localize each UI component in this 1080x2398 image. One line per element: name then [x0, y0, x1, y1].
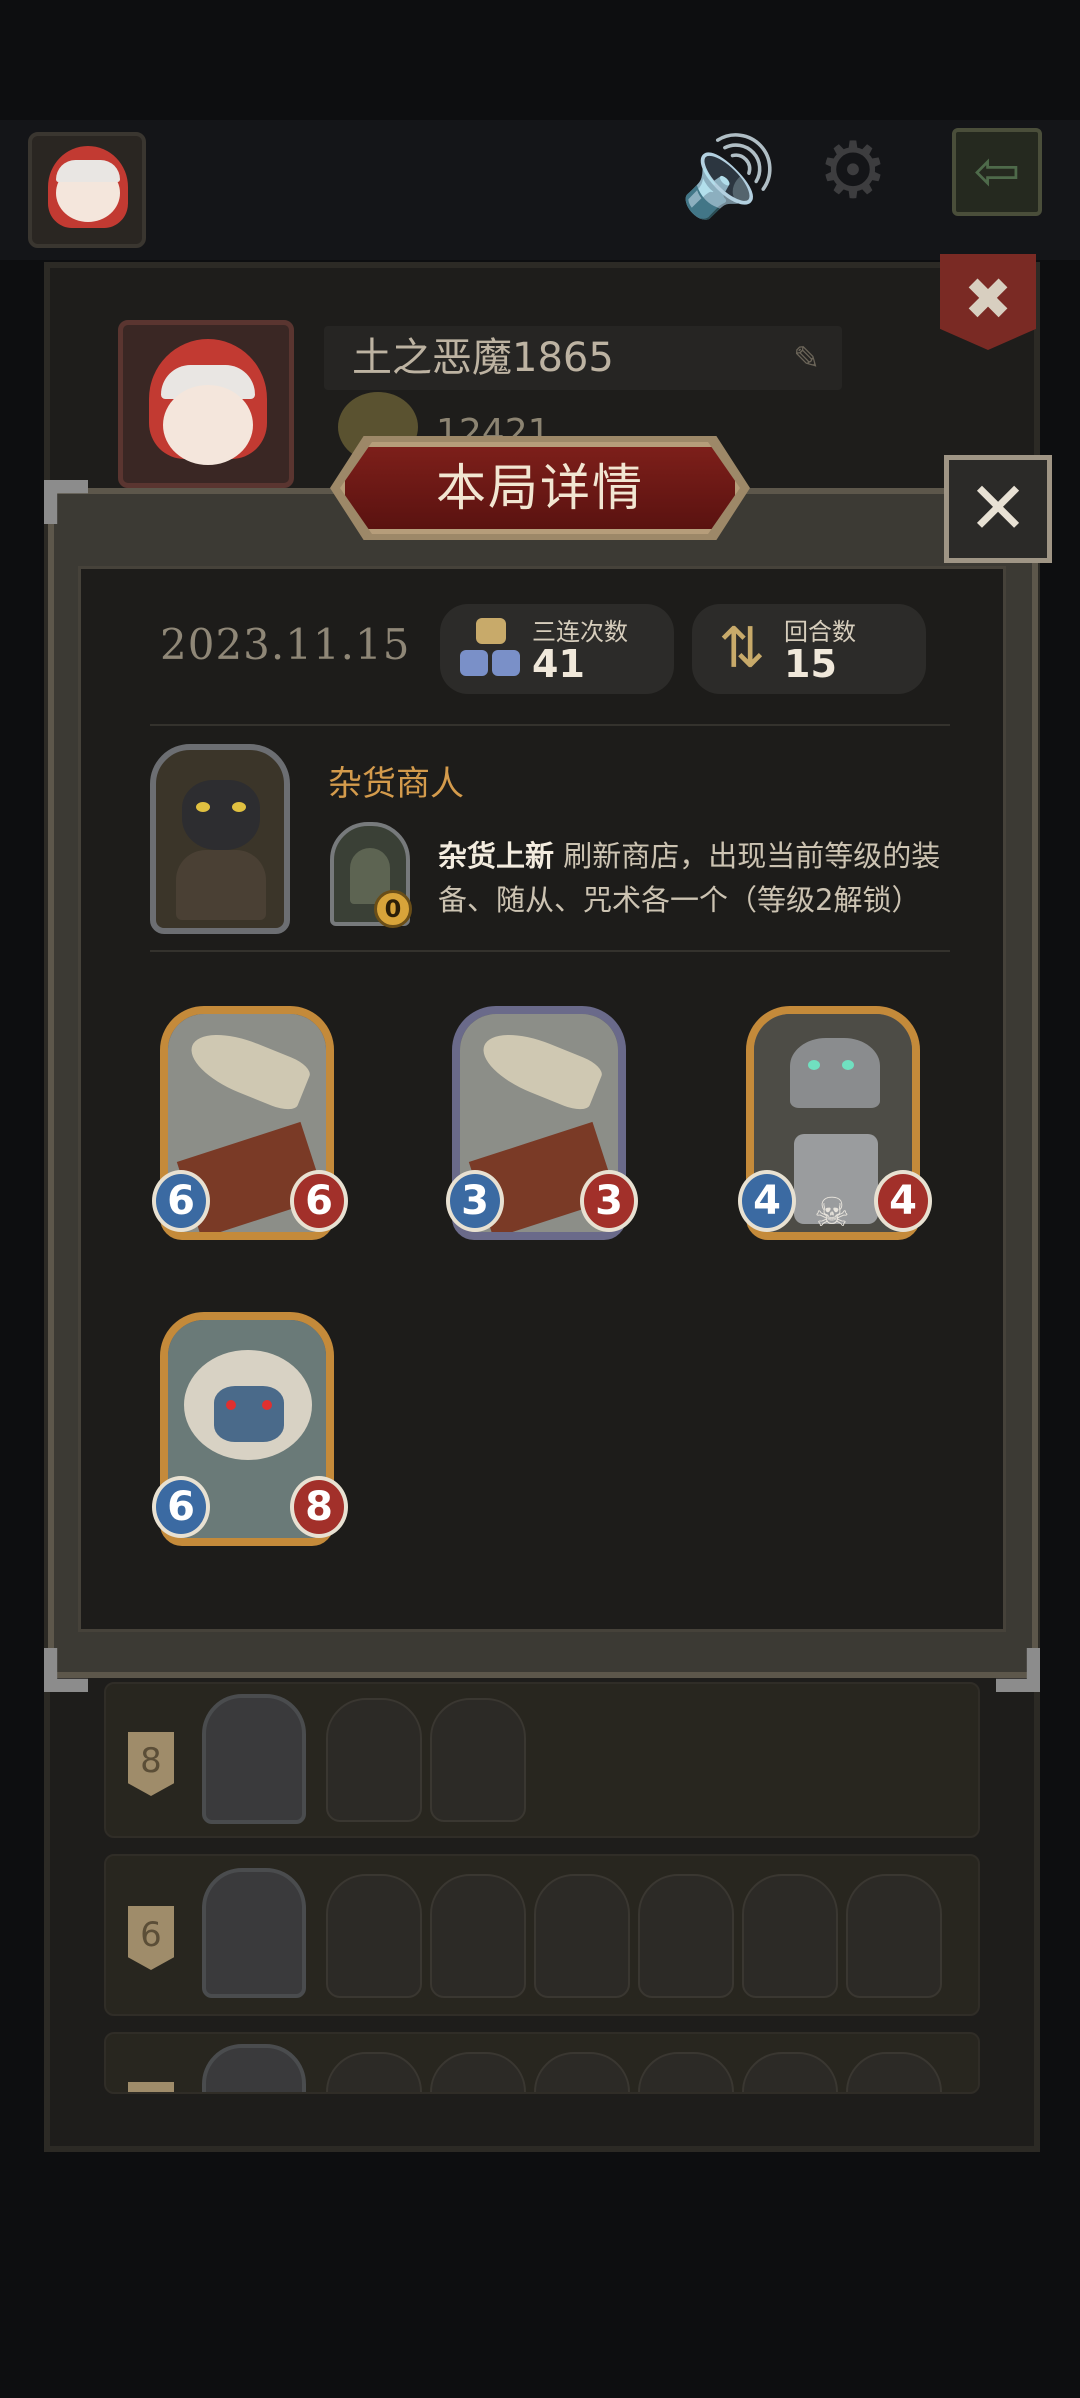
history-minion: [326, 1698, 422, 1822]
skill-name: 杂货上新: [438, 839, 555, 873]
player-name-plate: 土之恶魔1865 ✎: [324, 326, 842, 390]
triple-icon: [460, 618, 522, 680]
stat-value: 15: [784, 642, 837, 686]
attack-badge: 4: [738, 1170, 796, 1232]
history-minion: [534, 2052, 630, 2092]
exit-arrow-icon: ⇦: [973, 139, 1021, 204]
history-minion: [430, 1698, 526, 1822]
history-hero-portrait: [202, 1694, 306, 1824]
history-minion: [742, 1874, 838, 1998]
divider: [150, 724, 950, 726]
attack-badge: 3: [446, 1170, 504, 1232]
history-minion: [846, 2052, 942, 2092]
history-minion: [638, 1874, 734, 1998]
rank-badge: 6: [128, 1906, 174, 1970]
history-minion: [534, 1874, 630, 1998]
history-row[interactable]: [104, 2032, 980, 2094]
history-minion: [430, 2052, 526, 2092]
modal-title: 本局详情: [340, 442, 740, 534]
top-bar: [0, 120, 1080, 260]
profile-portrait: [118, 320, 294, 488]
history-minion: [326, 1874, 422, 1998]
history-hero-portrait: [202, 1868, 306, 1998]
history-minion: [430, 1874, 526, 1998]
edit-pencil-icon[interactable]: ✎: [793, 326, 820, 390]
triple-count-stat: 三连次数 41: [440, 604, 674, 694]
exit-button[interactable]: ⇦: [952, 128, 1042, 216]
stat-value: 41: [532, 642, 585, 686]
close-icon: ✕: [967, 466, 1029, 550]
history-minion: [638, 2052, 734, 2092]
rank-badge: 8: [128, 1732, 174, 1796]
rank-badge: [128, 2082, 174, 2092]
speaker-icon[interactable]: 🔊: [680, 138, 777, 216]
skill-cost-coin: 0: [374, 890, 412, 928]
player-name: 土之恶魔1865: [352, 335, 614, 381]
history-hero-portrait: [202, 2044, 306, 2092]
health-badge: 8: [290, 1476, 348, 1538]
history-minion: [326, 2052, 422, 2092]
divider: [150, 950, 950, 952]
health-badge: 4: [874, 1170, 932, 1232]
health-badge: 3: [580, 1170, 638, 1232]
player-avatar[interactable]: [28, 132, 146, 248]
gear-icon[interactable]: ⚙: [818, 132, 888, 210]
modal-close-button[interactable]: ✕: [944, 455, 1052, 563]
history-row[interactable]: 8: [104, 1682, 980, 1838]
history-row[interactable]: 6: [104, 1854, 980, 2016]
skull-icon: ☠: [814, 1190, 850, 1236]
history-minion: [846, 1874, 942, 1998]
hero-skill-description: 杂货上新 刷新商店，出现当前等级的装备、随从、咒术各一个（等级2解锁）: [438, 834, 958, 922]
hero-name: 杂货商人: [328, 764, 464, 804]
rounds-icon: ⇅: [718, 616, 766, 681]
health-badge: 6: [290, 1170, 348, 1232]
hero-portrait: [150, 744, 290, 934]
attack-badge: 6: [152, 1170, 210, 1232]
history-minion: [742, 2052, 838, 2092]
close-icon: ✖: [963, 265, 1013, 333]
match-date: 2023.11.15: [160, 620, 411, 669]
attack-badge: 6: [152, 1476, 210, 1538]
rounds-stat: ⇅ 回合数 15: [692, 604, 926, 694]
